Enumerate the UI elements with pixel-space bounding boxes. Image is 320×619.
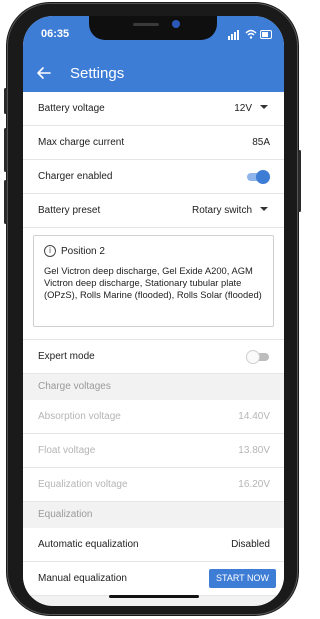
manual-equalization-row: Manual equalization START NOW [23,562,284,596]
battery-preset-row[interactable]: Battery preset Rotary switch [23,194,284,228]
equalization-title: Equalization [38,509,93,520]
max-charge-current-row[interactable]: Max charge current 85A [23,126,284,160]
toggle-thumb [256,170,270,184]
front-camera [172,20,180,28]
charger-enabled-label: Charger enabled [38,171,113,182]
home-indicator[interactable] [109,595,199,598]
equalization-header: Equalization [23,502,284,528]
charge-voltages-header: Charge voltages [23,374,284,400]
app-bar: Settings [23,56,284,92]
phone-power-button [298,150,301,212]
absorption-voltage-value: 14.40V [238,411,270,422]
battery-level [262,32,268,37]
charger-enabled-toggle[interactable] [246,170,270,184]
expert-mode-toggle[interactable] [246,350,270,364]
toggle-thumb [246,350,260,364]
manual-equalization-label: Manual equalization [38,573,127,584]
preset-info-card: i Position 2 Gel Victron deep discharge,… [33,235,274,327]
charger-enabled-row[interactable]: Charger enabled [23,160,284,194]
automatic-equalization-label: Automatic equalization [38,539,139,550]
automatic-equalization-value: Disabled [231,539,270,550]
screen: 06:35 Settings Battery voltage 12V Max c… [23,16,284,606]
battery-icon [260,30,272,39]
signal-icon-bar [237,30,239,40]
equalization-voltage-value: 16.20V [238,479,270,490]
expert-mode-row[interactable]: Expert mode [23,340,284,374]
start-now-button[interactable]: START NOW [208,569,276,588]
battery-voltage-dropdown[interactable]: 12V [234,103,268,114]
max-charge-current-value: 85A [252,137,270,148]
signal-icon [228,36,230,40]
expert-mode-label: Expert mode [38,351,95,362]
battery-preset-dropdown[interactable]: Rotary switch [192,205,268,216]
float-voltage-label: Float voltage [38,445,96,456]
phone-volume-up [4,128,7,172]
absorption-voltage-label: Absorption voltage [38,411,121,422]
battery-voltage-row[interactable]: Battery voltage 12V [23,92,284,126]
battery-preset-value: Rotary switch [191,205,252,216]
preset-info-title: Position 2 [61,246,105,257]
battery-voltage-label: Battery voltage [38,103,105,114]
battery-voltage-value: 12V [234,103,252,114]
battery-preset-label: Battery preset [38,205,101,216]
automatic-equalization-row[interactable]: Automatic equalization Disabled [23,528,284,562]
caret-down-icon [260,207,268,212]
signal-icon-bar [234,32,236,40]
status-icons [228,28,272,40]
caret-down-icon [260,105,268,110]
preset-info-box: i Position 2 Gel Victron deep discharge,… [23,228,284,340]
status-time: 06:35 [41,28,70,40]
equalization-voltage-label: Equalization voltage [38,479,128,490]
phone-side-button [4,88,7,114]
info-circle-icon: i [44,245,56,257]
charge-voltages-title: Charge voltages [38,381,111,392]
max-charge-current-label: Max charge current [38,137,125,148]
equalization-voltage-row: Equalization voltage 16.20V [23,468,284,502]
signal-icon-bar [231,34,233,40]
settings-list: Battery voltage 12V Max charge current 8… [23,92,284,606]
notch [89,16,217,40]
status-bar: 06:35 [23,16,284,56]
page-title: Settings [70,65,125,82]
notch-speaker [133,23,159,26]
absorption-voltage-row: Absorption voltage 14.40V [23,400,284,434]
phone-volume-down [4,180,7,224]
wifi-icon [245,29,257,39]
arrow-left-icon[interactable] [35,64,53,82]
preset-info-text: Gel Victron deep discharge, Gel Exide A2… [44,265,262,300]
float-voltage-row: Float voltage 13.80V [23,434,284,468]
float-voltage-value: 13.80V [238,445,270,456]
